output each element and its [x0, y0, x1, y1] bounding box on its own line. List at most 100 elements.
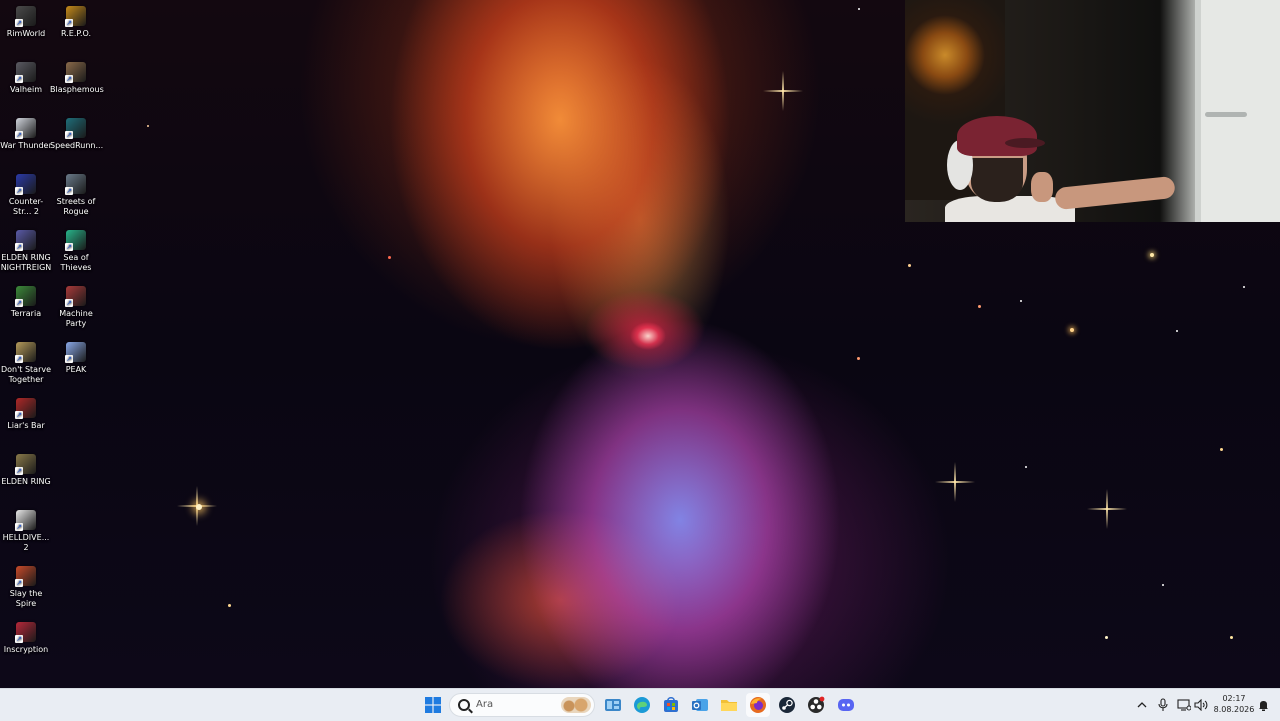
star [388, 256, 391, 259]
desktop-icon[interactable]: Blasphemous [50, 58, 104, 95]
steam-button[interactable] [775, 693, 799, 717]
desktop-icon-label: Blasphemous [50, 85, 104, 94]
desktop-icon-label: Machine Party [59, 309, 93, 328]
star [1243, 286, 1245, 288]
desktop-icon[interactable]: War Thunder [0, 114, 52, 151]
star [1230, 636, 1233, 639]
desktop-icon[interactable]: Don't Starve Together [0, 338, 52, 385]
network-icon [1177, 699, 1191, 711]
taskbar-clock[interactable]: 02:17 8.08.2026 [1212, 693, 1256, 715]
star [1020, 300, 1022, 302]
outlook-button[interactable] [688, 693, 712, 717]
network-button[interactable] [1176, 689, 1192, 721]
file-explorer-button[interactable] [717, 693, 741, 717]
desktop-icon-label: SpeedRunn... [50, 141, 104, 150]
app-icon [65, 6, 86, 27]
discord-button[interactable] [834, 693, 858, 717]
volume-button[interactable] [1193, 689, 1209, 721]
search-highlight-image [561, 697, 591, 713]
search-icon [458, 699, 470, 711]
desktop-icon-label: Sea of Thieves [60, 253, 92, 272]
app-icon [15, 6, 36, 27]
app-icon [65, 230, 86, 251]
desktop-icon-label: R.E.P.O. [60, 29, 92, 38]
star [196, 504, 202, 510]
person-beard [971, 158, 1023, 202]
desktop-icon-label: Don't Starve Together [0, 365, 52, 384]
person-arm [1054, 175, 1176, 211]
app-icon [15, 230, 36, 251]
desktop-icon[interactable]: Streets of Rogue [50, 170, 102, 217]
edge-button[interactable] [630, 693, 654, 717]
desktop-icon[interactable]: Slay the Spire [0, 562, 52, 609]
star [1070, 328, 1074, 332]
desktop-icon[interactable]: Valheim [0, 58, 52, 95]
desktop-icon[interactable]: PEAK [50, 338, 102, 375]
desktop-icon[interactable]: Inscryption [0, 618, 52, 655]
app-icon [65, 174, 86, 195]
desktop-icon-label: Liar's Bar [7, 421, 45, 430]
store-icon [664, 697, 678, 712]
desktop-icon[interactable]: Terraria [0, 282, 52, 319]
widgets-button[interactable] [601, 693, 625, 717]
app-icon [15, 510, 36, 531]
desktop-icon[interactable]: Counter-Str... 2 [0, 170, 52, 217]
desktop-icon[interactable]: R.E.P.O. [50, 2, 102, 39]
desktop-icon-label: Terraria [10, 309, 42, 318]
app-icon [65, 286, 86, 307]
desktop-icon-label: Valheim [10, 85, 42, 94]
clock-time: 02:17 [1222, 694, 1246, 703]
desktop-icon[interactable]: Machine Party [50, 282, 102, 329]
star [1025, 466, 1027, 468]
desktop-icon[interactable]: HELLDIVE... 2 [0, 506, 52, 553]
desktop-icon-label: RimWorld [6, 29, 46, 38]
star [1176, 330, 1178, 332]
star [228, 604, 231, 607]
app-icon [15, 286, 36, 307]
door [1195, 0, 1280, 222]
app-icon [15, 174, 36, 195]
start-button[interactable] [421, 693, 445, 717]
outlook-icon [692, 699, 708, 711]
app-icon [15, 454, 36, 475]
store-button[interactable] [659, 693, 683, 717]
firefox-button[interactable] [746, 693, 770, 717]
star [908, 264, 911, 267]
desktop-icon[interactable]: Liar's Bar [0, 394, 52, 431]
widgets-icon [605, 699, 621, 711]
app-icon [15, 118, 36, 139]
microphone-icon [1158, 698, 1168, 711]
desktop-icon[interactable]: Sea of Thieves [50, 226, 102, 273]
bell-icon [1258, 701, 1268, 711]
desktop-icon[interactable]: SpeedRunn... [50, 114, 104, 151]
star [147, 125, 149, 127]
desktop-icon[interactable]: RimWorld [0, 2, 52, 39]
app-icon [15, 566, 36, 587]
discord-icon [838, 699, 854, 711]
desktop-icon-label: Slay the Spire [9, 589, 43, 608]
star [1105, 636, 1108, 639]
desktop-icon[interactable]: ELDEN RING [0, 450, 52, 487]
desktop-icon-label: ELDEN RING [1, 477, 51, 486]
steam-icon [779, 697, 795, 713]
file-explorer-icon [721, 700, 737, 711]
microphone-button[interactable] [1155, 689, 1171, 721]
door-handle [1205, 112, 1247, 117]
person-hand [1031, 172, 1053, 202]
desktop-icon-label: ELDEN RING NIGHTREIGN [0, 253, 52, 272]
taskbar-search-box[interactable]: Ara [449, 693, 595, 717]
show-hidden-icons-button[interactable] [1134, 689, 1150, 721]
desktop-icon-label: PEAK [65, 365, 87, 374]
edge-icon [634, 697, 650, 713]
search-placeholder: Ara [476, 699, 494, 710]
obs-button[interactable] [804, 693, 828, 717]
desktop-icon-label: Counter-Str... 2 [8, 197, 44, 216]
app-icon [15, 398, 36, 419]
desktop-icon[interactable]: ELDEN RING NIGHTREIGN [0, 226, 52, 273]
app-icon [15, 342, 36, 363]
notifications-button[interactable] [1256, 689, 1270, 721]
webcam-overlay [905, 0, 1280, 222]
app-icon [65, 342, 86, 363]
star [858, 8, 860, 10]
star [1162, 584, 1164, 586]
